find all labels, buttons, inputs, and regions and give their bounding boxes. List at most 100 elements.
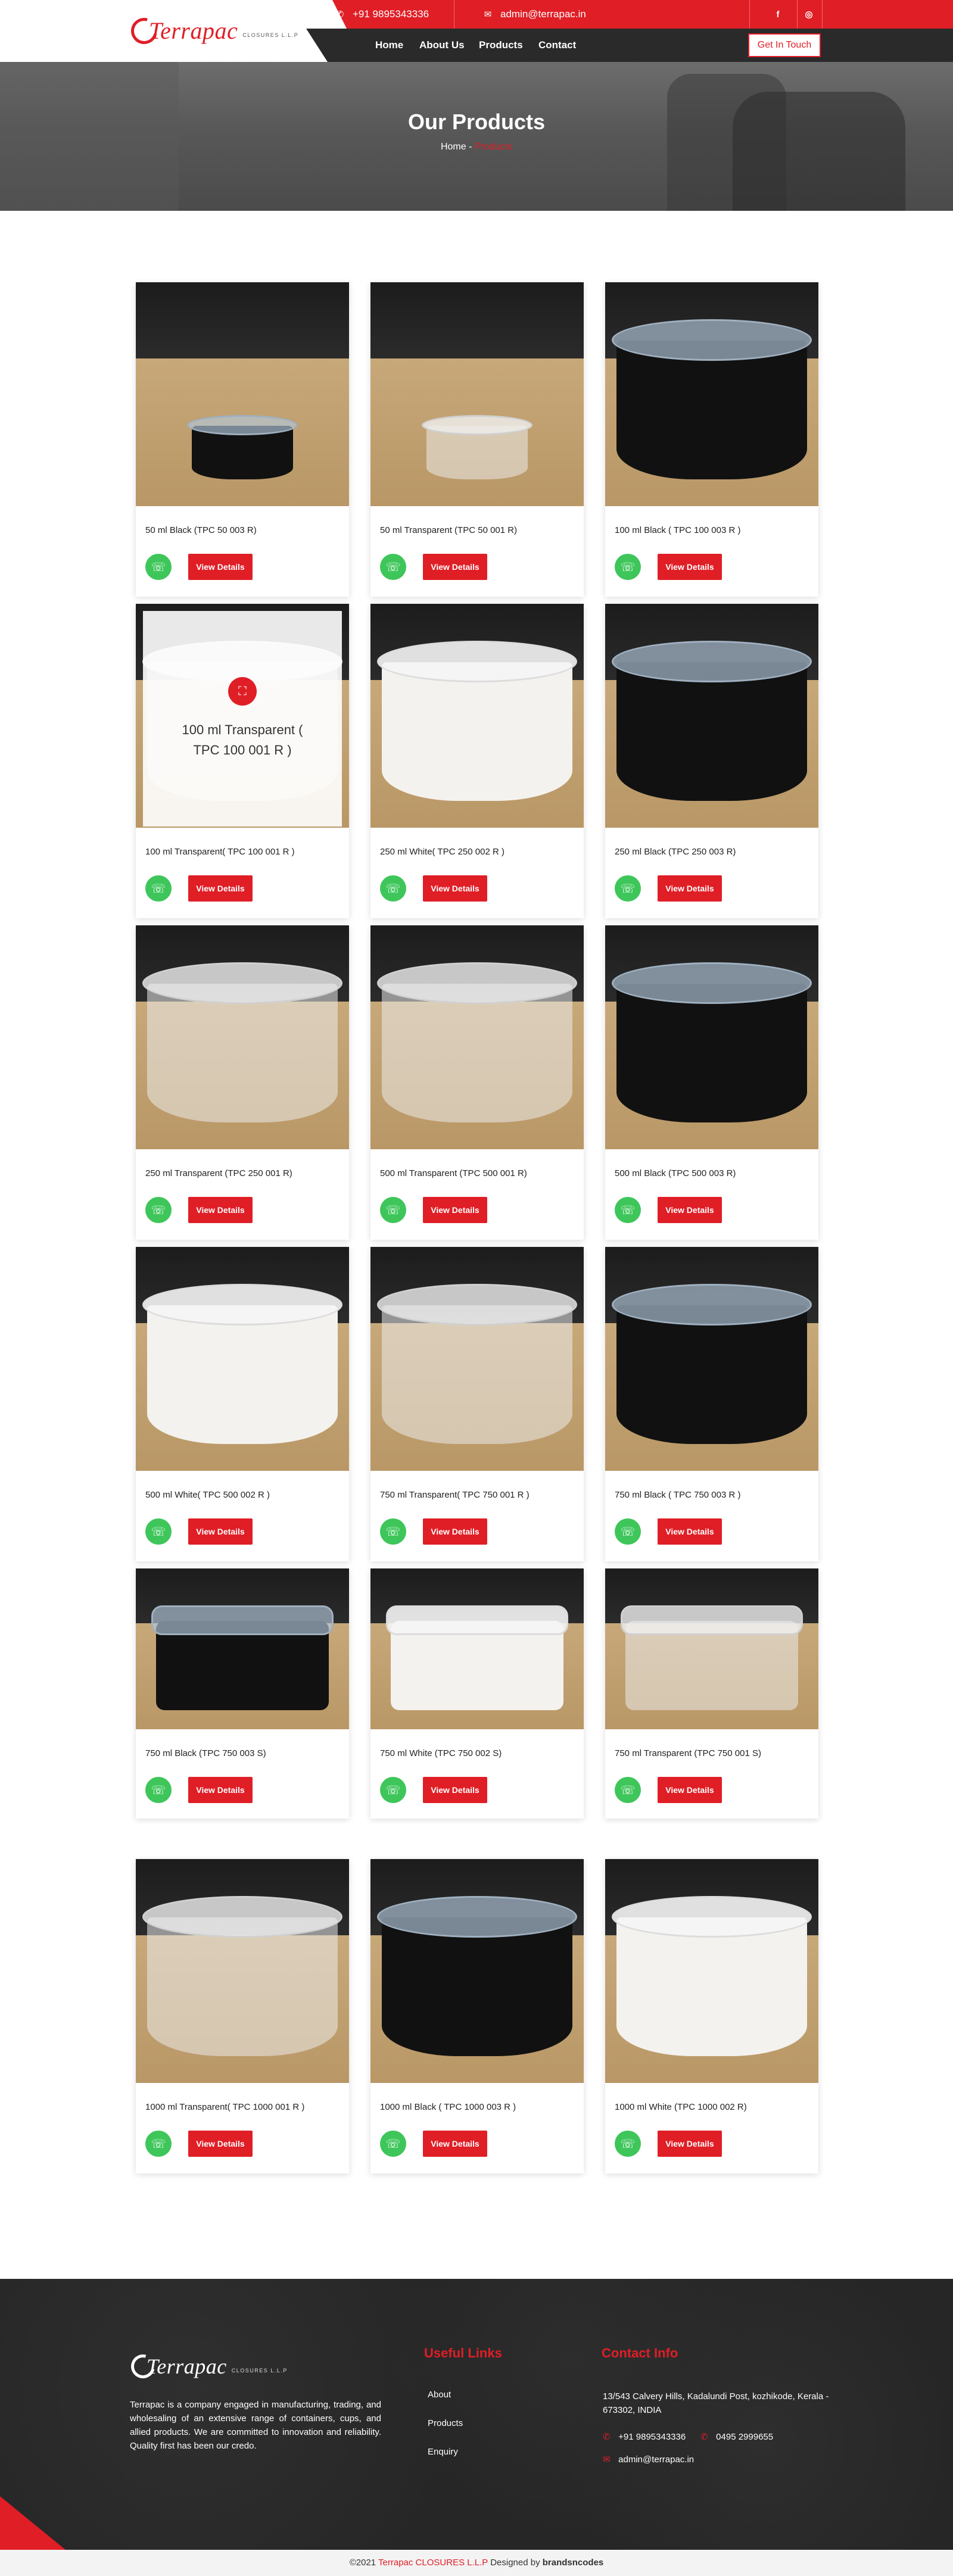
product-card[interactable]: 50 ml Transparent (TPC 50 001 R) ☏ View De… <box>370 282 584 597</box>
product-card[interactable]: 750 ml Transparent( TPC 750 001 R ) ☏ View… <box>370 1247 584 1561</box>
whatsapp-icon[interactable]: ☏ <box>145 554 172 580</box>
facebook-icon[interactable]: f <box>768 5 787 24</box>
product-card[interactable]: 1000 ml Transparent( TPC 1000 001 R ) ☏ Vi… <box>136 1859 349 2173</box>
product-image[interactable] <box>370 1247 584 1471</box>
product-card[interactable]: 750 ml Black ( TPC 750 003 R ) ☏ View Deta… <box>605 1247 818 1561</box>
view-details-button[interactable]: View Details <box>423 1777 487 1803</box>
view-details-button[interactable]: View Details <box>188 1777 253 1803</box>
footer-email[interactable]: ✉ admin@terrapac.in <box>603 2453 694 2466</box>
product-image[interactable] <box>370 604 584 828</box>
product-image[interactable] <box>605 1568 818 1729</box>
footer-phone-2[interactable]: ✆ 0495 2999655 <box>700 2430 773 2444</box>
product-image[interactable] <box>370 1568 584 1729</box>
whatsapp-icon[interactable]: ☏ <box>380 1518 406 1545</box>
view-details-button[interactable]: View Details <box>423 2131 487 2157</box>
view-details-button[interactable]: View Details <box>658 554 722 580</box>
product-image[interactable] <box>136 1568 349 1729</box>
copyright-company[interactable]: Terrapac CLOSURES L.L.P <box>378 2558 488 2568</box>
view-details-button[interactable]: View Details <box>423 1518 487 1545</box>
hover-overlay[interactable]: ⛶ 100 ml Transparent ( TPC 100 001 R ) <box>143 611 342 827</box>
product-card[interactable]: 250 ml White( TPC 250 002 R ) ☏ View Detai… <box>370 604 584 918</box>
whatsapp-icon[interactable]: ☏ <box>380 875 406 902</box>
view-details-button[interactable]: View Details <box>188 1518 253 1545</box>
product-card[interactable]: ⛶ 100 ml Transparent ( TPC 100 001 R ) 100… <box>136 604 349 918</box>
product-image[interactable] <box>136 1859 349 2083</box>
product-card[interactable]: 250 ml Transparent (TPC 250 001 R) ☏ View … <box>136 925 349 1240</box>
view-details-button[interactable]: View Details <box>423 554 487 580</box>
product-title[interactable]: 1000 ml Black ( TPC 1000 003 R ) <box>380 2102 516 2112</box>
product-card[interactable]: 250 ml Black (TPC 250 003 R) ☏ View Detail… <box>605 604 818 918</box>
whatsapp-icon[interactable]: ☏ <box>615 1777 641 1803</box>
product-title[interactable]: 100 ml Transparent( TPC 100 001 R ) <box>145 847 295 857</box>
product-title[interactable]: 100 ml Black ( TPC 100 003 R ) <box>615 525 740 535</box>
brand-logo[interactable]: Terrapac CLOSURES L.L.P <box>126 13 298 49</box>
product-image[interactable] <box>370 925 584 1149</box>
footer-logo[interactable]: Terrapac CLOSURES L.L.P <box>126 2350 288 2383</box>
product-card[interactable]: 750 ml Black (TPC 750 003 S) ☏ View Detail… <box>136 1568 349 1819</box>
product-card[interactable]: 750 ml Transparent (TPC 750 001 S) ☏ View … <box>605 1568 818 1819</box>
product-card[interactable]: 1000 ml Black ( TPC 1000 003 R ) ☏ View De… <box>370 1859 584 2173</box>
product-title[interactable]: 50 ml Transparent (TPC 50 001 R) <box>380 525 517 535</box>
product-card[interactable]: 100 ml Black ( TPC 100 003 R ) ☏ View Deta… <box>605 282 818 597</box>
view-details-button[interactable]: View Details <box>188 2131 253 2157</box>
product-title[interactable]: 1000 ml White (TPC 1000 002 R) <box>615 2102 747 2112</box>
whatsapp-icon[interactable]: ☏ <box>380 1777 406 1803</box>
view-details-button[interactable]: View Details <box>658 2131 722 2157</box>
view-details-button[interactable]: View Details <box>423 875 487 902</box>
product-title[interactable]: 750 ml Black ( TPC 750 003 R ) <box>615 1490 740 1500</box>
topbar-email[interactable]: ✉ admin@terrapac.in <box>482 0 586 29</box>
product-title[interactable]: 1000 ml Transparent( TPC 1000 001 R ) <box>145 2102 304 2112</box>
product-card[interactable]: 50 ml Black (TPC 50 003 R) ☏ View Details <box>136 282 349 597</box>
whatsapp-icon[interactable]: ☏ <box>615 554 641 580</box>
view-details-button[interactable]: View Details <box>658 1777 722 1803</box>
product-card[interactable]: 500 ml Black (TPC 500 003 R) ☏ View Detail… <box>605 925 818 1240</box>
view-details-button[interactable]: View Details <box>188 554 253 580</box>
product-title[interactable]: 750 ml Transparent (TPC 750 001 S) <box>615 1748 761 1758</box>
product-card[interactable]: 500 ml Transparent (TPC 500 001 R) ☏ View … <box>370 925 584 1240</box>
product-title[interactable]: 250 ml Black (TPC 250 003 R) <box>615 847 736 857</box>
footer-link-about[interactable]: About <box>428 2390 451 2400</box>
product-title[interactable]: 500 ml Black (TPC 500 003 R) <box>615 1168 736 1178</box>
whatsapp-icon[interactable]: ☏ <box>380 554 406 580</box>
product-image[interactable] <box>136 282 349 506</box>
footer-link-enquiry[interactable]: Enquiry <box>428 2447 458 2457</box>
product-image[interactable] <box>605 282 818 506</box>
view-details-button[interactable]: View Details <box>658 1518 722 1545</box>
view-details-button[interactable]: View Details <box>658 875 722 902</box>
product-card[interactable]: 1000 ml White (TPC 1000 002 R) ☏ View Deta… <box>605 1859 818 2173</box>
whatsapp-icon[interactable]: ☏ <box>615 875 641 902</box>
product-title[interactable]: 250 ml White( TPC 250 002 R ) <box>380 847 504 857</box>
whatsapp-icon[interactable]: ☏ <box>145 875 172 902</box>
product-title[interactable]: 500 ml Transparent (TPC 500 001 R) <box>380 1168 527 1178</box>
expand-icon[interactable]: ⛶ <box>228 677 257 706</box>
product-title[interactable]: 250 ml Transparent (TPC 250 001 R) <box>145 1168 292 1178</box>
product-card[interactable]: 750 ml White (TPC 750 002 S) ☏ View Detail… <box>370 1568 584 1819</box>
whatsapp-icon[interactable]: ☏ <box>615 1197 641 1223</box>
breadcrumb-home[interactable]: Home <box>441 142 466 152</box>
whatsapp-icon[interactable]: ☏ <box>145 1777 172 1803</box>
product-title[interactable]: 500 ml White( TPC 500 002 R ) <box>145 1490 270 1500</box>
view-details-button[interactable]: View Details <box>188 1197 253 1223</box>
instagram-icon[interactable]: ◎ <box>799 5 818 24</box>
product-image[interactable] <box>370 282 584 506</box>
product-image[interactable] <box>605 925 818 1149</box>
product-image[interactable] <box>370 1859 584 2083</box>
copyright-designer[interactable]: brandsncodes <box>543 2558 604 2568</box>
view-details-button[interactable]: View Details <box>188 875 253 902</box>
whatsapp-icon[interactable]: ☏ <box>380 2131 406 2157</box>
nav-products[interactable]: Products <box>479 29 523 62</box>
topbar-phone[interactable]: ✆ +91 9895343336 <box>335 0 429 29</box>
nav-home[interactable]: Home <box>375 29 403 62</box>
whatsapp-icon[interactable]: ☏ <box>145 2131 172 2157</box>
whatsapp-icon[interactable]: ☏ <box>380 1197 406 1223</box>
footer-link-products[interactable]: Products <box>428 2418 463 2428</box>
nav-about[interactable]: About Us <box>419 29 465 62</box>
get-in-touch-button[interactable]: Get In Touch <box>748 33 821 57</box>
product-card[interactable]: 500 ml White( TPC 500 002 R ) ☏ View Detai… <box>136 1247 349 1561</box>
product-image[interactable] <box>136 925 349 1149</box>
product-image[interactable] <box>136 1247 349 1471</box>
product-image[interactable] <box>605 1247 818 1471</box>
product-title[interactable]: 750 ml White (TPC 750 002 S) <box>380 1748 502 1758</box>
product-image[interactable] <box>605 1859 818 2083</box>
footer-phone-1[interactable]: ✆ +91 9895343336 <box>603 2430 686 2444</box>
